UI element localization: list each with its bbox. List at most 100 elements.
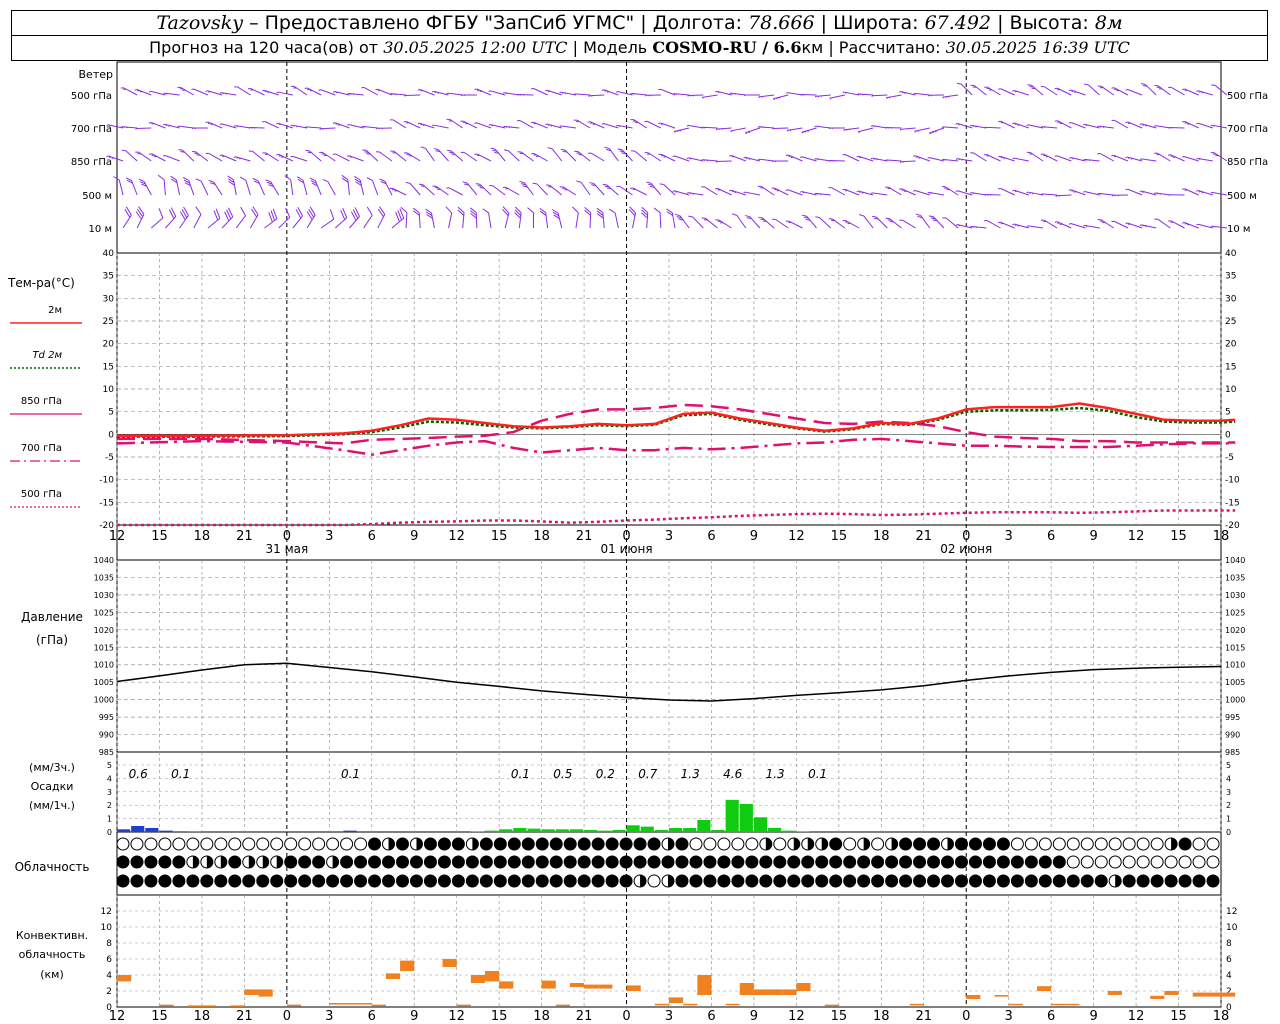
- wind-barb-feather: [352, 93, 355, 96]
- wind-barb-shaft: [687, 94, 704, 97]
- conv-ytick-right: 4: [1226, 971, 1232, 981]
- wind-barb-feather: [420, 185, 426, 188]
- precip-bar-snow: [117, 829, 131, 832]
- wind-barb-feather: [446, 92, 448, 95]
- wind-barb-feather: [816, 158, 819, 161]
- cloud-symbol: [1178, 837, 1192, 851]
- temp-xtick: 18: [1213, 529, 1230, 544]
- wind-barb-feather: [1182, 156, 1185, 158]
- wind-barb-feather: [653, 207, 661, 214]
- conv-bar: [683, 1003, 698, 1006]
- wind-barb-shaft: [914, 127, 930, 132]
- wind-barb-feather: [519, 180, 525, 184]
- cloud-symbol: [395, 837, 409, 851]
- wind-barb-feather: [366, 177, 373, 181]
- wind-barb-feather: [970, 226, 972, 228]
- wind-barb-shaft: [305, 126, 322, 129]
- wind-barb-feather: [745, 132, 748, 134]
- temp-xtick: 6: [1047, 529, 1055, 544]
- cloud-symbol: [298, 874, 312, 888]
- wind-barb-feather: [731, 155, 735, 158]
- wind-barb-shaft: [208, 152, 223, 162]
- pres-ytick-right: 985: [1225, 748, 1240, 757]
- cloud-symbol: [382, 874, 396, 888]
- wind-barb-feather: [533, 122, 537, 125]
- conv-xtick: 15: [1170, 1009, 1187, 1024]
- wind-barb-feather: [689, 192, 692, 195]
- wind-barb-feather: [1000, 222, 1004, 225]
- wind-barb-feather: [1102, 126, 1105, 129]
- wind-barb-shaft: [135, 127, 152, 130]
- wind-barb-feather: [616, 124, 618, 127]
- cloud-symbol: [843, 855, 857, 869]
- temp-xtick: 9: [1089, 529, 1097, 544]
- wind-barb-feather: [859, 191, 862, 193]
- wind-barb-feather: [706, 159, 709, 162]
- prec-ytick-left: 2: [107, 801, 112, 810]
- precip-bar-rain: [541, 829, 555, 832]
- precip-bar-rain: [753, 817, 768, 832]
- wind-barb-feather: [236, 125, 239, 128]
- wind-barb-feather: [233, 125, 236, 127]
- wind-barb-shaft: [801, 156, 817, 162]
- wind-level-right: 700 гПа: [1227, 124, 1268, 135]
- wind-barb-feather: [969, 124, 972, 127]
- wind-barb-feather: [470, 207, 477, 214]
- wind-barb-feather: [210, 123, 214, 126]
- wind-barb-feather: [1144, 124, 1147, 127]
- wind-barb-feather: [888, 96, 891, 99]
- wind-barb-feather: [420, 123, 423, 126]
- cloud-symbol: [954, 874, 968, 888]
- wind-barb-feather: [290, 124, 293, 127]
- temp-xtick: 15: [491, 529, 508, 544]
- cloud-symbol: [437, 855, 451, 869]
- cloud-symbol: [996, 855, 1010, 869]
- temp-ytick-left: -5: [105, 453, 114, 463]
- wind-barb-feather: [1071, 90, 1074, 93]
- wind-barb-feather: [1068, 89, 1072, 92]
- cloud-symbol-half: [640, 875, 647, 887]
- wind-barb-feather: [178, 149, 183, 151]
- wind-barb-feather: [477, 185, 482, 187]
- conv-bar: [796, 983, 811, 991]
- temp-ytick-right: 40: [1225, 249, 1237, 259]
- cloud-symbol: [1066, 874, 1080, 888]
- wind-barb-feather: [139, 90, 143, 93]
- conv-xtick: 3: [665, 1009, 673, 1024]
- cloud-symbol-half: [947, 838, 954, 850]
- wind-barb-shaft: [730, 127, 746, 132]
- wind-barb-feather: [1128, 157, 1131, 159]
- wind-barb-feather: [1125, 156, 1128, 159]
- cloud-symbol: [913, 837, 927, 851]
- cloud-symbol: [1122, 855, 1136, 869]
- wind-barb-shaft: [163, 179, 166, 196]
- cloud-symbol: [1010, 874, 1024, 888]
- cloud-symbol: [759, 855, 773, 869]
- wind-barb-feather: [125, 177, 132, 182]
- wind-barb-shaft: [736, 215, 747, 229]
- wind-barb-feather: [1182, 221, 1185, 224]
- wind-barb-feather: [335, 123, 338, 125]
- precip-bar-rain: [626, 825, 640, 832]
- pres-ytick-right: 1005: [1225, 678, 1245, 687]
- wind-barb-feather: [732, 93, 734, 95]
- wind-barb-feather: [379, 178, 386, 182]
- wind-barb-feather: [111, 157, 114, 159]
- pres-ytick-left: 985: [99, 748, 114, 757]
- wind-barb-feather: [350, 93, 352, 95]
- wind-barb-feather: [799, 191, 802, 193]
- precip-bar-rain: [725, 799, 739, 832]
- conv-bar: [485, 971, 500, 982]
- precip-title: Осадки: [31, 780, 74, 793]
- cloud-symbol: [130, 874, 144, 888]
- wind-barb-feather: [630, 93, 632, 95]
- wind-barb-shaft: [165, 155, 180, 162]
- wind-barb-feather: [961, 159, 963, 161]
- cloud-symbol: [535, 855, 549, 869]
- temp-xtick: 21: [576, 529, 593, 544]
- cloud-symbol: [843, 874, 857, 888]
- wind-barb-feather: [945, 96, 947, 99]
- precip-bar-snow: [159, 830, 173, 832]
- wind-barb-feather: [814, 125, 816, 128]
- wind-barb-shaft: [237, 86, 251, 96]
